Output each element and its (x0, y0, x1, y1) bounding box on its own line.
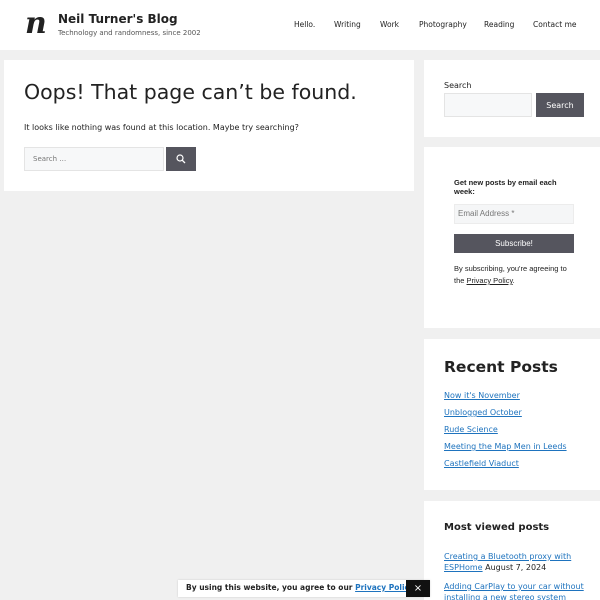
most-viewed-link[interactable]: Adding CarPlay to your car without insta… (444, 582, 584, 600)
cookie-message: By using this website, you agree to our (186, 583, 356, 592)
most-viewed-title: Most viewed posts (444, 522, 550, 533)
nav-item-hello[interactable]: Hello. (294, 20, 315, 29)
cookie-banner: By using this website, you agree to our … (178, 580, 430, 597)
nav-item-work[interactable]: Work (380, 20, 399, 29)
search-icon (176, 154, 186, 164)
sidebar-search-widget: Search Search (424, 60, 600, 137)
main-nav: Hello. Writing Work Photography Reading … (0, 20, 600, 32)
recent-posts-widget: Recent Posts Now it's November Unblogged… (424, 339, 600, 490)
close-icon: × (413, 583, 423, 594)
most-viewed-widget: Most viewed posts Creating a Bluetooth p… (424, 501, 600, 600)
main-content: Oops! That page can’t be found. It looks… (4, 60, 414, 191)
search-input[interactable]: Search … (24, 147, 164, 171)
email-field[interactable]: Email Address * (454, 204, 574, 224)
sidebar-search-button[interactable]: Search (536, 93, 584, 117)
recent-post-link[interactable]: Rude Science (444, 425, 567, 442)
cookie-text: By using this website, you agree to our … (186, 583, 414, 592)
list-item: Creating a Bluetooth proxy with ESPHome … (444, 551, 594, 573)
most-viewed-list: Creating a Bluetooth proxy with ESPHome … (444, 551, 594, 600)
sidebar-search-label: Search (444, 81, 472, 90)
subscribe-button[interactable]: Subscribe! (454, 234, 574, 253)
subscribe-note-suffix: . (512, 276, 515, 285)
recent-post-link[interactable]: Meeting the Map Men in Leeds (444, 442, 567, 459)
post-date: August 7, 2024 (485, 563, 547, 572)
recent-post-link[interactable]: Now it's November (444, 391, 567, 408)
nav-item-reading[interactable]: Reading (484, 20, 514, 29)
recent-posts-list: Now it's November Unblogged October Rude… (444, 391, 567, 476)
sidebar-search-input[interactable] (444, 93, 532, 117)
nav-item-contact[interactable]: Contact me (533, 20, 576, 29)
list-item: Adding CarPlay to your car without insta… (444, 581, 594, 600)
nav-item-writing[interactable]: Writing (334, 20, 361, 29)
recent-post-link[interactable]: Unblogged October (444, 408, 567, 425)
recent-posts-title: Recent Posts (444, 358, 558, 376)
not-found-message: It looks like nothing was found at this … (24, 123, 299, 132)
nav-item-photography[interactable]: Photography (419, 20, 467, 29)
recent-post-link[interactable]: Castlefield Viaduct (444, 459, 567, 476)
subscribe-widget: Get new posts by email each week: Email … (424, 147, 600, 328)
search-button[interactable] (166, 147, 196, 171)
site-header: n Neil Turner's Blog Technology and rand… (0, 0, 600, 50)
subscribe-note: By subscribing, you're agreeing to the P… (454, 263, 576, 287)
subscribe-heading: Get new posts by email each week: (454, 178, 557, 196)
page-title: Oops! That page can’t be found. (24, 80, 357, 104)
subscribe-privacy-link[interactable]: Privacy Policy (467, 276, 513, 285)
close-button[interactable]: × (406, 580, 430, 597)
